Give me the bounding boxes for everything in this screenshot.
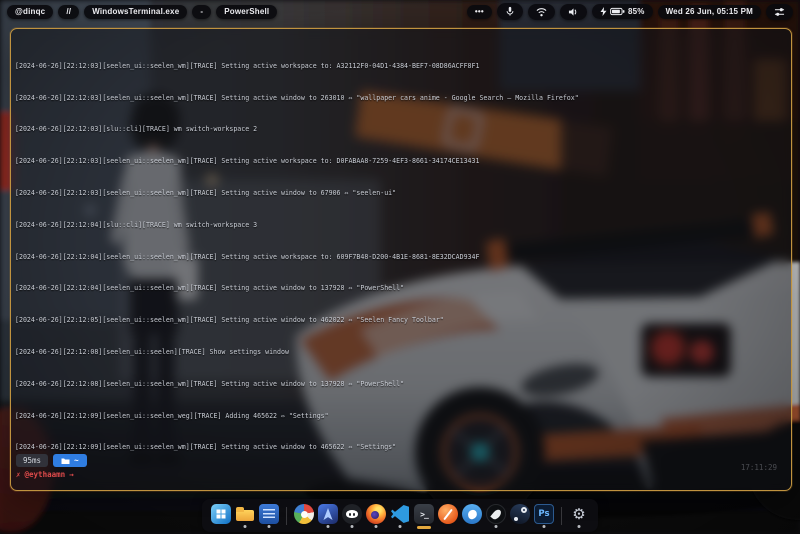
dock-system-group: ⚙ — [567, 502, 591, 529]
running-indicator — [578, 525, 581, 528]
running-indicator — [351, 525, 354, 528]
dock-open-apps-group: >_ — [292, 502, 556, 529]
tray-microphone-button[interactable] — [497, 3, 523, 20]
log-line: [2024-06-26][22:12:09][seelen_ui::seelen… — [15, 444, 788, 452]
prompt-cwd-label: ~ — [74, 456, 79, 465]
log-line: [2024-06-26][22:12:05][seelen_ui::seelen… — [15, 317, 788, 325]
prompt-arrow: → — [69, 470, 74, 479]
app-icon — [390, 504, 410, 524]
dock-divider — [561, 507, 562, 525]
app-icon — [235, 504, 255, 524]
dock-item-orange-app[interactable] — [436, 502, 460, 529]
app-icon — [462, 504, 482, 524]
dock: >_ — [202, 499, 598, 532]
dock-item-windows-terminal[interactable]: >_ — [412, 502, 436, 529]
badge-label: // — [66, 8, 71, 16]
dock-item-file-explorer[interactable] — [233, 502, 257, 529]
dock-item-vscode[interactable] — [388, 502, 412, 529]
dock-item-photoshop[interactable]: Ps — [532, 502, 556, 529]
dock-item-blue-app[interactable] — [460, 502, 484, 529]
dock-item-rocket-app[interactable] — [316, 502, 340, 529]
badge-label: WindowsTerminal.exe — [92, 8, 179, 16]
terminal-window[interactable]: [2024-06-26][22:12:03][seelen_ui::seelen… — [10, 28, 792, 491]
dock-item-firefox[interactable] — [364, 502, 388, 529]
tray-battery[interactable]: 85% — [592, 4, 653, 19]
prompt-cwd: ~ — [53, 454, 87, 467]
active-indicator — [417, 526, 431, 529]
topbar-dash-badge[interactable]: - — [192, 5, 211, 19]
battery-percent-label: 85% — [628, 8, 645, 16]
topbar-left-group: @dinqc // WindowsTerminal.exe - PowerShe… — [7, 5, 277, 19]
app-icon — [211, 504, 231, 524]
speaker-icon — [568, 7, 579, 17]
running-indicator — [495, 525, 498, 528]
app-icon: ⚙ — [569, 504, 589, 524]
log-line: [2024-06-26][22:12:03][seelen_ui::seelen… — [15, 63, 788, 71]
tray-volume-button[interactable] — [560, 4, 587, 20]
running-indicator — [268, 525, 271, 528]
app-icon — [294, 504, 314, 524]
app-icon: Ps — [534, 504, 554, 524]
badge-label: @dinqc — [15, 8, 45, 16]
microphone-icon — [505, 6, 515, 17]
app-icon — [486, 504, 506, 524]
running-indicator — [399, 525, 402, 528]
dock-item-settings[interactable]: ⚙ — [567, 502, 591, 529]
dock-item-leaf-app[interactable] — [484, 502, 508, 529]
running-indicator — [375, 525, 378, 528]
topbar-user-badge[interactable]: @dinqc — [7, 5, 53, 19]
app-icon: >_ — [414, 504, 434, 524]
toggles-icon — [774, 7, 785, 17]
log-line: [2024-06-26][22:12:04][seelen_ui::seelen… — [15, 285, 788, 293]
log-line: [2024-06-26][22:12:04][seelen_ui::seelen… — [15, 254, 788, 262]
prompt-duration: 95ms — [16, 454, 48, 467]
topbar-window-title-badge[interactable]: PowerShell — [216, 5, 277, 19]
top-toolbar: @dinqc // WindowsTerminal.exe - PowerShe… — [0, 0, 800, 23]
prompt-user: @eythaamn — [25, 470, 66, 479]
log-line: [2024-06-26][22:12:03][seelen_ui::seelen… — [15, 95, 788, 103]
topbar-separator-badge[interactable]: // — [58, 5, 79, 19]
dock-item-color-wheel-app[interactable] — [292, 502, 316, 529]
app-icon — [342, 504, 362, 524]
running-indicator — [244, 525, 247, 528]
dock-divider — [286, 507, 287, 525]
prompt-status-mark: ✗ — [16, 470, 21, 479]
app-icon — [318, 504, 338, 524]
datetime-label: Wed 26 Jun, 05:15 PM — [666, 8, 753, 16]
log-line: [2024-06-26][22:12:04][slu::cli][TRACE] … — [15, 222, 788, 230]
dock-item-steam[interactable] — [508, 502, 532, 529]
shell-prompt: 95ms ~ ✗ @eythaamn → — [16, 454, 87, 479]
app-icon — [438, 504, 458, 524]
badge-label: - — [200, 8, 203, 16]
system-tray: ••• — [467, 3, 793, 20]
wifi-icon — [536, 7, 547, 17]
log-line: [2024-06-26][22:12:03][seelen_ui::seelen… — [15, 190, 788, 198]
tray-datetime[interactable]: Wed 26 Jun, 05:15 PM — [658, 5, 761, 19]
dock-item-notes[interactable] — [257, 502, 281, 529]
log-line: [2024-06-26][22:12:03][slu::cli][TRACE] … — [15, 126, 788, 134]
dock-pinned-group — [209, 502, 281, 529]
terminal-log[interactable]: [2024-06-26][22:12:03][seelen_ui::seelen… — [15, 31, 788, 454]
log-line: [2024-06-26][22:12:09][seelen_ui::seelen… — [15, 413, 788, 421]
log-line: [2024-06-26][22:12:08][seelen_ui::seelen… — [15, 381, 788, 389]
terminal-clock: 17:11:29 — [741, 463, 777, 472]
battery-icon — [610, 7, 625, 16]
running-indicator — [543, 525, 546, 528]
tray-wifi-button[interactable] — [528, 4, 555, 20]
app-icon — [510, 504, 530, 524]
running-indicator — [327, 525, 330, 528]
log-line: [2024-06-26][22:12:08][seelen_ui::seelen… — [15, 349, 788, 357]
charging-bolt-icon — [600, 7, 607, 16]
tray-more-button[interactable]: ••• — [467, 5, 492, 19]
app-icon — [366, 504, 386, 524]
folder-icon — [61, 457, 70, 465]
tray-more-label: ••• — [475, 8, 484, 16]
app-icon — [259, 504, 279, 524]
dock-item-discord[interactable] — [340, 502, 364, 529]
topbar-app-badge[interactable]: WindowsTerminal.exe — [84, 5, 187, 19]
badge-label: PowerShell — [224, 8, 269, 16]
tray-quick-settings-button[interactable] — [766, 4, 793, 20]
dock-item-microsoft-store[interactable] — [209, 502, 233, 529]
log-line: [2024-06-26][22:12:03][seelen_ui::seelen… — [15, 158, 788, 166]
